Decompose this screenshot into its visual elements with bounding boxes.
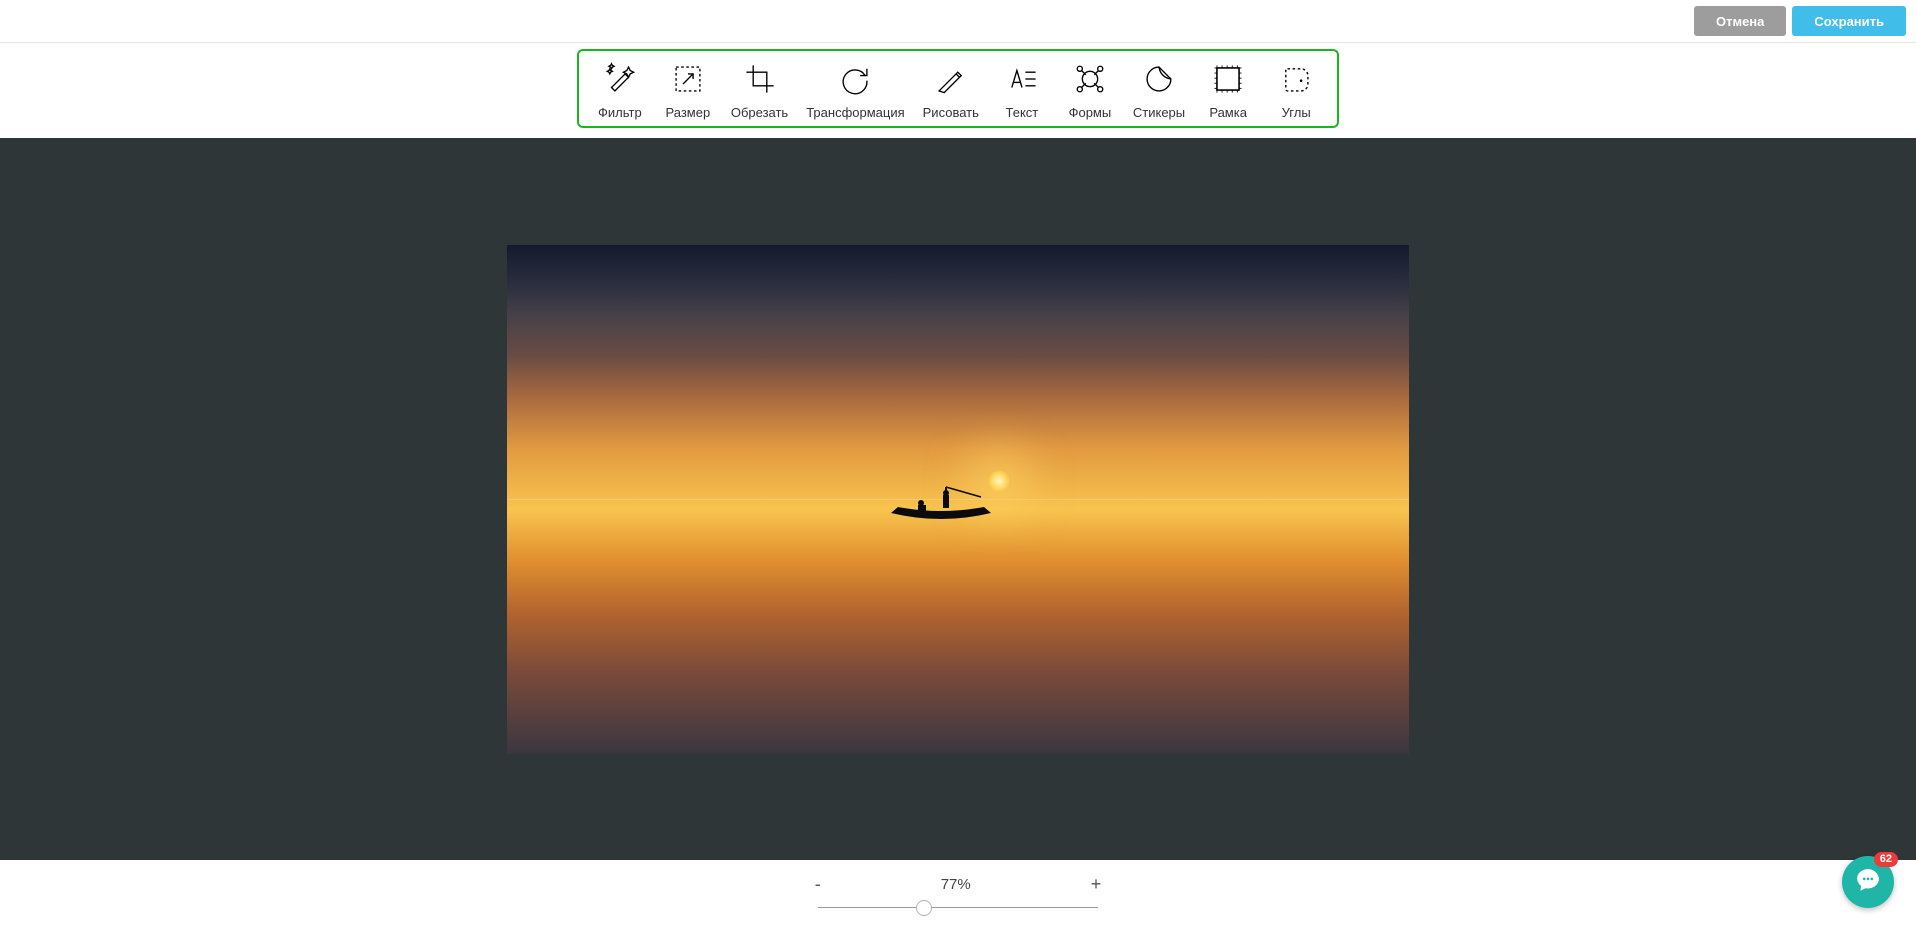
zoom-out-button[interactable]: - [815, 874, 821, 895]
tool-label: Стикеры [1133, 105, 1185, 120]
tool-label: Углы [1282, 105, 1311, 120]
tool-label: Рамка [1209, 105, 1247, 120]
canvas-area [0, 138, 1916, 860]
toolbar-container: Фильтр Размер Обрезать Трансформация Рис [0, 43, 1916, 138]
tool-label: Текст [1006, 105, 1039, 120]
tool-crop[interactable]: Обрезать [731, 59, 788, 120]
tool-label: Рисовать [923, 105, 979, 120]
save-button[interactable]: Сохранить [1792, 6, 1906, 36]
corners-icon [1276, 59, 1316, 99]
tool-label: Формы [1069, 105, 1112, 120]
pencil-icon [931, 59, 971, 99]
zoom-slider-thumb[interactable] [916, 900, 932, 916]
cancel-button[interactable]: Отмена [1694, 6, 1786, 36]
magic-wand-icon [600, 59, 640, 99]
resize-icon [668, 59, 708, 99]
zoom-row: - 77% + [815, 874, 1102, 895]
tool-draw[interactable]: Рисовать [923, 59, 979, 120]
canvas-image[interactable] [507, 245, 1409, 754]
header-bar: Отмена Сохранить [0, 0, 1916, 43]
crop-icon [740, 59, 780, 99]
tool-filter[interactable]: Фильтр [595, 59, 645, 120]
shapes-icon [1070, 59, 1110, 99]
rotate-icon [835, 59, 875, 99]
tool-label: Обрезать [731, 105, 788, 120]
tool-label: Размер [666, 105, 711, 120]
frame-icon [1208, 59, 1248, 99]
tool-resize[interactable]: Размер [663, 59, 713, 120]
tool-corners[interactable]: Углы [1271, 59, 1321, 120]
tool-shapes[interactable]: Формы [1065, 59, 1115, 120]
tool-transform[interactable]: Трансформация [806, 59, 904, 120]
tool-frame[interactable]: Рамка [1203, 59, 1253, 120]
image-boat [886, 485, 996, 525]
sticker-icon [1139, 59, 1179, 99]
zoom-controls: - 77% + [0, 860, 1916, 930]
editor-toolbar: Фильтр Размер Обрезать Трансформация Рис [577, 49, 1339, 128]
tool-stickers[interactable]: Стикеры [1133, 59, 1185, 120]
zoom-in-button[interactable]: + [1091, 874, 1102, 895]
zoom-slider[interactable] [818, 907, 1098, 908]
chat-widget[interactable]: 62 [1842, 856, 1894, 908]
tool-label: Трансформация [806, 105, 904, 120]
text-icon [1002, 59, 1042, 99]
tool-label: Фильтр [598, 105, 642, 120]
zoom-value: 77% [931, 876, 981, 893]
chat-icon [1855, 867, 1881, 898]
tool-text[interactable]: Текст [997, 59, 1047, 120]
chat-badge: 62 [1874, 852, 1898, 867]
